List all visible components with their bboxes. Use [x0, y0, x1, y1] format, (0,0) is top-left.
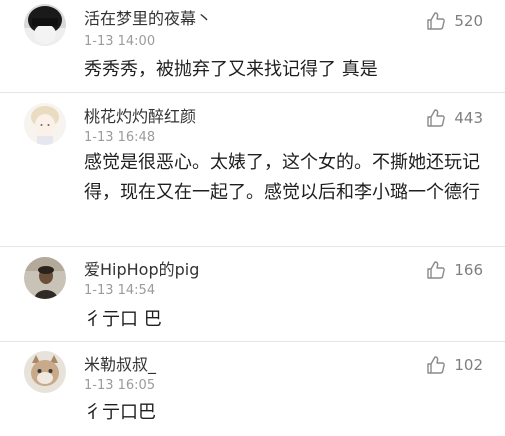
- avatar-image: [24, 257, 66, 299]
- like-button[interactable]: 520: [426, 10, 483, 32]
- avatar[interactable]: [24, 257, 66, 299]
- like-count: 443: [454, 109, 483, 127]
- like-button[interactable]: 443: [426, 107, 483, 129]
- username[interactable]: 桃花灼灼醉红颜: [84, 107, 196, 127]
- comment-item: 米勒叔叔_ 1-13 16:05 102 彳亍口巴: [0, 342, 505, 436]
- thumbs-up-icon: [427, 356, 446, 374]
- like-button[interactable]: 102: [426, 354, 483, 376]
- avatar[interactable]: [24, 4, 66, 46]
- avatar-image: [24, 103, 66, 145]
- avatar[interactable]: [24, 351, 66, 393]
- timestamp: 1-13 16:48: [84, 130, 156, 145]
- comment-list: 活在梦里的夜幕丶 1-13 14:00 520 秀秀秀，被抛弃了又来找记得了 真…: [0, 0, 505, 436]
- thumbs-up-icon: [427, 261, 446, 279]
- like-button[interactable]: 166: [426, 259, 483, 281]
- like-count: 520: [454, 12, 483, 30]
- avatar-image: [24, 4, 66, 46]
- like-count: 166: [454, 261, 483, 279]
- comment-item: 桃花灼灼醉红颜 1-13 16:48 443 感觉是很恶心。太婊了，这个女的。不…: [0, 93, 505, 247]
- comment-item: 活在梦里的夜幕丶 1-13 14:00 520 秀秀秀，被抛弃了又来找记得了 真…: [0, 0, 505, 93]
- avatar[interactable]: [24, 103, 66, 145]
- timestamp: 1-13 14:54: [84, 283, 156, 298]
- comment-text: 秀秀秀，被抛弃了又来找记得了 真是: [84, 59, 378, 80]
- username[interactable]: 爱HipHop的pig: [84, 260, 199, 280]
- like-count: 102: [454, 356, 483, 374]
- timestamp: 1-13 16:05: [84, 378, 156, 393]
- username[interactable]: 活在梦里的夜幕丶: [84, 9, 212, 29]
- comment-item: 爱HipHop的pig 1-13 14:54 166 彳亍口 巴: [0, 247, 505, 342]
- avatar-image: [24, 351, 66, 393]
- thumbs-up-icon: [427, 12, 446, 30]
- comment-text: 彳亍口 巴: [84, 309, 162, 330]
- thumbs-up-icon: [427, 109, 446, 127]
- comment-text: 彳亍口巴: [84, 402, 156, 423]
- username[interactable]: 米勒叔叔_: [84, 355, 156, 375]
- timestamp: 1-13 14:00: [84, 34, 156, 49]
- comment-text: 感觉是很恶心。太婊了，这个女的。不撕她还玩记得，现在又在一起了。感觉以后和李小璐…: [84, 152, 480, 203]
